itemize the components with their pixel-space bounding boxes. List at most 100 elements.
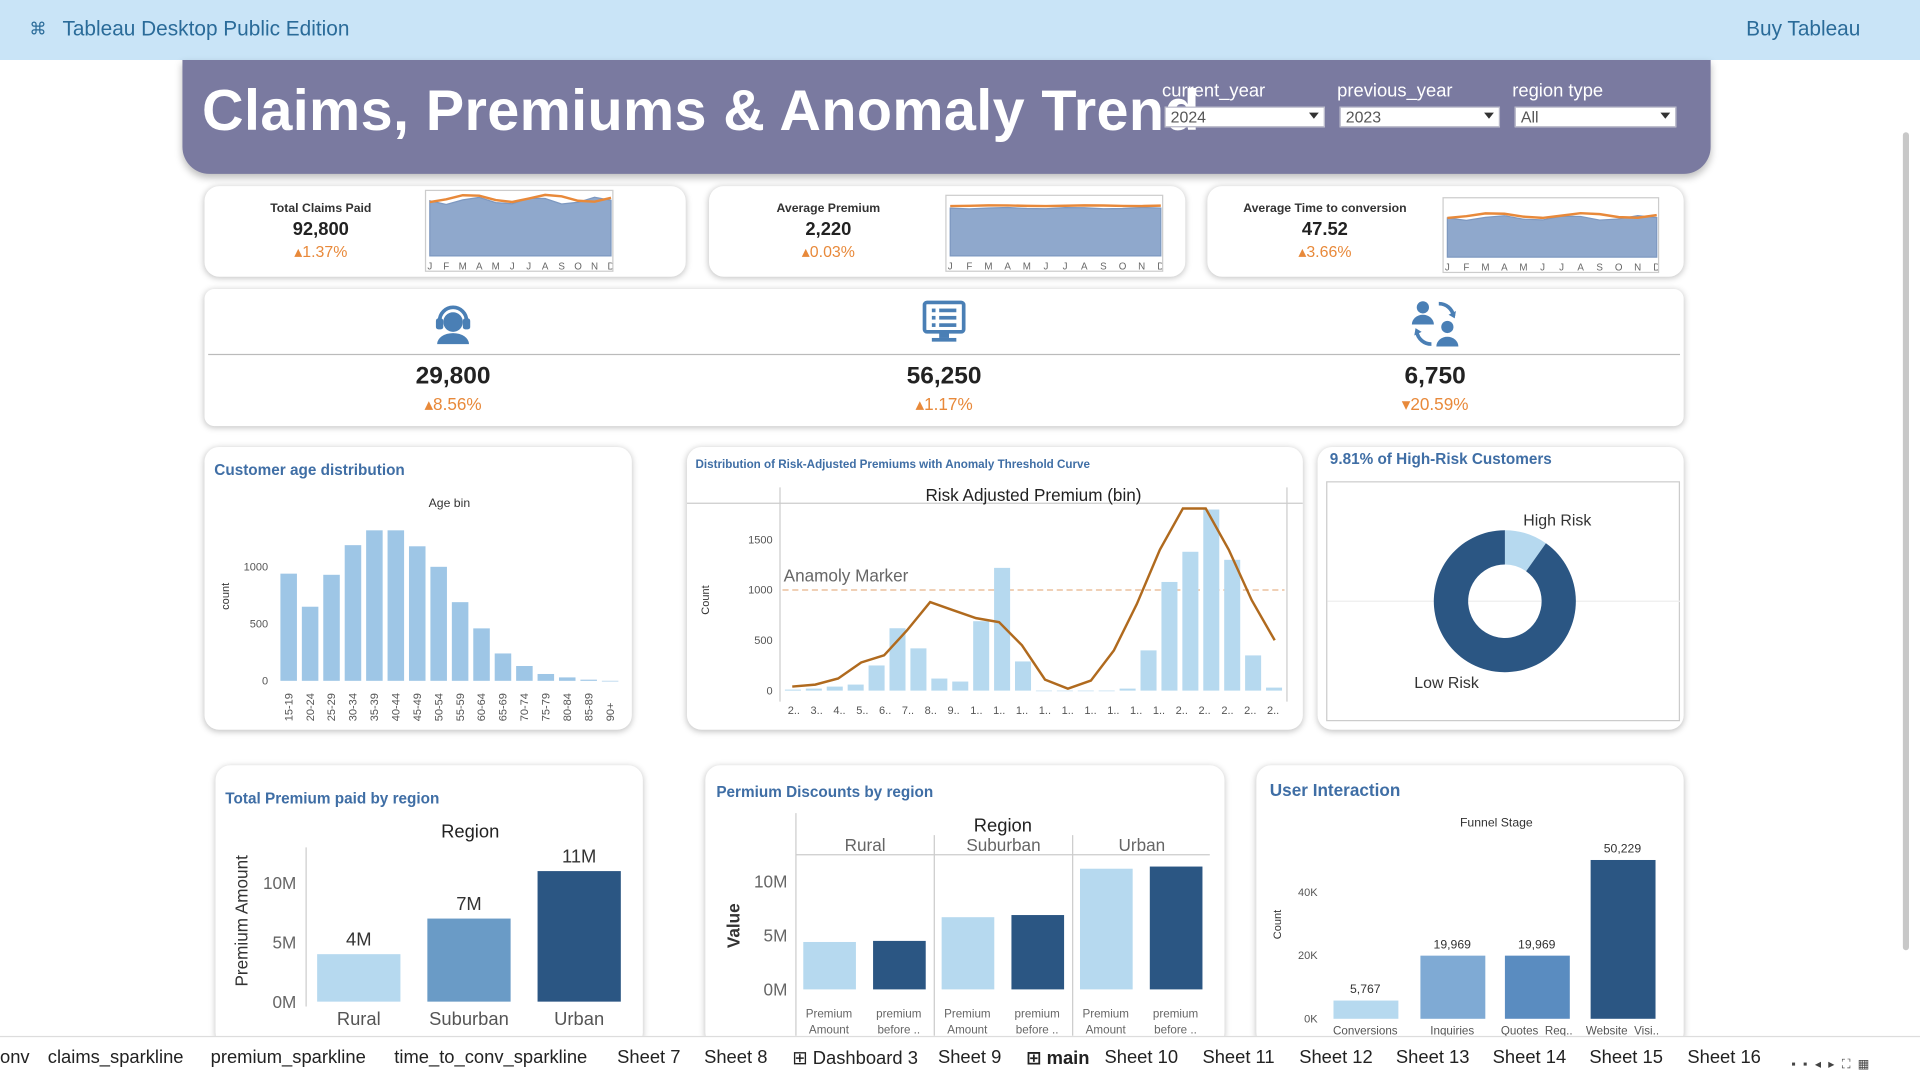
x-tick-label: 1.. [1016,705,1028,717]
bar-value-label: 5,767 [1350,982,1381,996]
bar [1333,1000,1399,1019]
x-tick-label: 3.. [811,705,823,717]
stat-value: 6,750 [1404,362,1466,390]
sheet-tab[interactable]: Sheet 7 [617,1047,680,1068]
sparkline-month-label: N [1138,261,1145,271]
sparkline-month-label: S [1596,263,1603,273]
monitor-form-icon [922,300,966,342]
arrow-up-icon: ▴ [424,394,434,414]
sparkline-area [1446,214,1658,258]
sparkline-month-label: M [1481,263,1489,273]
chart-subtitle: Funnel Stage [1460,816,1533,830]
y-tick-label: 5M [273,932,297,952]
sparkline-month-label: M [492,261,500,271]
x-tick-label: Premium [806,1008,853,1021]
sparkline-month-label: N [1634,263,1641,273]
user-interaction-chart: Funnel Stage Count 0K 20K 40K 5,767 Conversion… [1272,816,1659,1036]
sparkline-month-label: D [607,261,613,271]
x-tick-label: 50-54 [433,693,445,721]
x-tick-label: Inquiries [1430,1025,1474,1036]
bar [430,566,447,681]
sheet-tab[interactable]: Sheet 9 [938,1047,1001,1068]
bar [280,573,297,681]
sparkline-month-label: A [1081,261,1088,271]
x-tick-label: Urban [554,1008,604,1029]
sheet-tab[interactable]: Sheet 12 [1299,1047,1373,1068]
bar [301,606,319,681]
sparkline-month-label: J [1445,263,1450,273]
sheet-tab[interactable]: Sheet 14 [1493,1047,1567,1068]
panel-label: Suburban [966,835,1040,855]
x-tick-label: 20-24 [305,693,317,721]
kpi-name: Average Time to conversion [1243,202,1407,216]
sparkline-month-label: J [948,261,953,271]
region-type-dropdown[interactable]: All [1514,106,1677,128]
user-exchange-icon [1411,301,1459,347]
x-tick-label: 65-69 [498,693,510,721]
previous-year-dropdown[interactable]: 2023 [1339,106,1501,128]
sheet-tab[interactable]: Sheet 16 [1687,1047,1761,1068]
bar-value-label: 7M [456,893,482,914]
sparkline-line [950,204,1161,208]
bar [387,530,405,681]
sparkline-month-label: A [1004,261,1011,271]
stat-value: 29,800 [415,362,491,390]
y-tick-label: 500 [250,618,268,630]
y-tick-label: 1000 [748,585,773,597]
sparkline-area [949,206,1162,257]
sparkline-month-label: A [1501,263,1508,273]
y-tick-label: 5M [764,926,788,946]
arrow-up-icon: ▴ [294,242,303,261]
sheet-tab[interactable]: Sheet 8 [704,1047,767,1068]
y-tick-label: 500 [754,635,772,647]
sheet-tab[interactable]: time_to_conv_sparkline [394,1047,587,1068]
sparkline-month-label: F [1463,263,1469,273]
risk-premium-chart: Risk Adjusted Premium (bin) Count 0 500 1000… [686,485,1303,717]
sheet-tab[interactable]: ⊞ Dashboard 3 [792,1047,918,1069]
sheet-tab[interactable]: Sheet 15 [1589,1047,1663,1068]
bar [537,871,621,1002]
y-tick-label: 1000 [244,561,269,573]
x-tick-label: premium [1015,1008,1060,1021]
chevron-down-icon [1484,112,1494,119]
sheet-tab[interactable]: onv [0,1047,30,1068]
bar [1590,859,1656,1019]
x-tick-label: 15-19 [283,693,295,721]
bar [1182,551,1199,691]
region-type-value: All [1520,107,1539,127]
sparkline-month-label: F [443,261,449,271]
x-tick-label: Premium [1082,1008,1129,1021]
tab-navigation-controls[interactable]: ▪▪◂▸⛶▦ [1791,1058,1876,1071]
buy-tableau-link[interactable]: Buy Tableau [1746,17,1860,41]
filter-label-current-year: current_year [1162,80,1266,102]
bar [805,688,822,691]
bar [1266,687,1283,691]
sheet-tab[interactable]: ⊞ main [1026,1046,1090,1069]
donut-label: High Risk [1523,512,1591,529]
sheet-tab[interactable]: Sheet 13 [1396,1047,1470,1068]
sheet-tab[interactable]: premium_sparkline [211,1047,366,1068]
bar [873,940,926,990]
bar [323,574,340,681]
bar [1245,655,1262,691]
bar [1203,509,1220,691]
sheet-tab[interactable]: claims_sparkline [48,1047,184,1068]
sparkline-month-label: A [542,261,549,271]
x-tick-label: Rural [337,1008,381,1029]
x-tick-label: before .. [877,1023,920,1035]
chart-subtitle: Risk Adjusted Premium (bin) [925,485,1141,505]
sheet-tab[interactable]: Sheet 10 [1104,1047,1178,1068]
arrow-down-icon: ▾ [1401,394,1411,414]
x-tick-label: 45-49 [412,693,424,721]
current-year-dropdown[interactable]: 2024 [1164,106,1325,128]
kpi-change: ▴1.37% [229,242,413,262]
sheet-tab[interactable]: Sheet 11 [1202,1047,1274,1068]
x-tick-label: Conversions [1333,1025,1398,1036]
x-tick-label: 2.. [788,705,800,717]
vertical-scrollbar[interactable] [1902,132,1909,951]
x-tick-label: 55-59 [455,693,467,721]
kpi-change-value: 3.66% [1306,242,1352,261]
x-tick-label: 5.. [856,705,868,717]
panel-label: Rural [845,835,886,855]
x-tick-label: 1.. [1062,705,1074,717]
